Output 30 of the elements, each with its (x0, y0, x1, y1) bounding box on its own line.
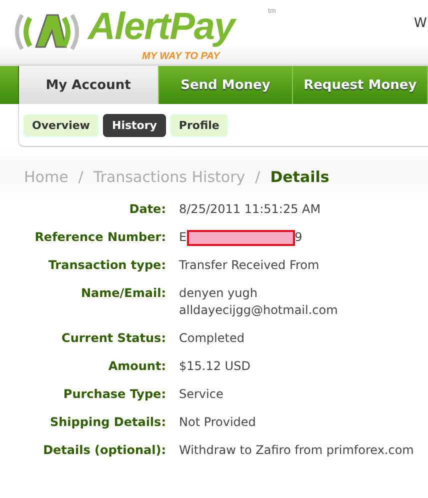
field-value: Transfer Received From (179, 257, 320, 274)
field-label: Purchase Type: (63, 386, 166, 403)
field-label: Transaction type: (48, 257, 166, 274)
field-value: 8/25/2011 11:51:25 AM (179, 201, 321, 218)
field-value: 9 (294, 229, 302, 246)
field-label: Shipping Details: (50, 414, 166, 431)
field-value: E (179, 229, 187, 246)
breadcrumb-item: Details (270, 168, 330, 185)
field-label: Date: (129, 201, 166, 218)
brand-name: AlertPay (88, 6, 238, 50)
field-label: Name/Email: (81, 285, 166, 302)
field-value: Not Provided (179, 414, 256, 431)
field-label: Details (optional): (43, 442, 166, 459)
field-value: Completed (179, 330, 244, 347)
header-text: W (414, 16, 427, 31)
breadcrumb-separator: / (255, 168, 260, 185)
field-value: $15.12 USD (179, 358, 250, 375)
field-value: Withdraw to Zafiro from primforex.com (179, 442, 414, 459)
field-value: denyen yugh (179, 285, 258, 302)
sub-tab[interactable]: History (102, 114, 166, 136)
field-value: Service (179, 386, 224, 403)
field-label: Current Status: (62, 330, 166, 347)
field-value: alldayecijgg@hotmail.com (179, 302, 338, 319)
sub-tab[interactable]: Profile (170, 114, 228, 136)
field-label: Reference Number: (34, 229, 166, 246)
breadcrumb-separator: / (78, 168, 84, 185)
field-label: Amount: (108, 358, 166, 375)
sub-tab[interactable]: Overview (23, 114, 99, 136)
nav-tab[interactable]: My Account (18, 66, 159, 104)
tagline: MY WAY TO PAY (142, 51, 220, 62)
